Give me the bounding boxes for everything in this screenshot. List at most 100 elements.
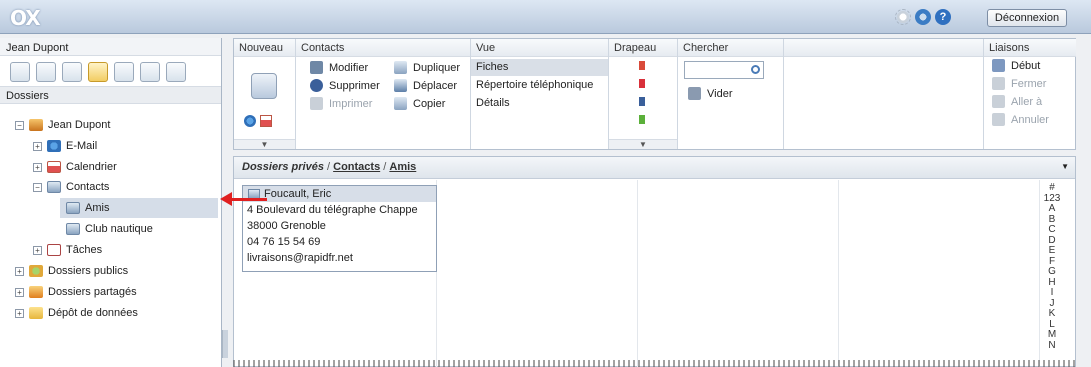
expand-icon[interactable]: + (33, 141, 42, 151)
duplicate-button[interactable]: Dupliquer (394, 61, 460, 74)
alphabet-index-letter[interactable]: M (1043, 329, 1061, 341)
breadcrumb-separator: / (383, 161, 387, 173)
breadcrumb: Dossiers privés / Contacts / Amis ▼ (234, 157, 1075, 179)
help-icon[interactable]: ? (935, 9, 951, 25)
breadcrumb-current[interactable]: Amis (389, 161, 416, 173)
toolbar-group-search: Chercher Vider (678, 39, 784, 149)
copy-button[interactable]: Copier (394, 97, 445, 110)
app-logo: OX (10, 6, 41, 30)
logout-button[interactable]: Déconnexion (987, 9, 1067, 27)
tree-item-user[interactable]: − Jean Dupont (15, 115, 110, 135)
tree-item-label: Dépôt de données (48, 307, 138, 319)
toolbar-group-label: Drapeau (609, 39, 677, 57)
gear-icon[interactable] (895, 9, 911, 25)
move-icon (394, 79, 407, 92)
search-input[interactable] (684, 61, 764, 79)
move-label: Déplacer (413, 79, 458, 92)
user-icon (29, 119, 43, 131)
tree-item-label: E-Mail (66, 140, 98, 152)
link-cancel-button[interactable]: Annuler (992, 113, 1049, 126)
public-folder-icon (29, 265, 43, 277)
contacts-icon (66, 223, 80, 235)
expand-icon[interactable]: + (33, 162, 42, 172)
alphabet-index-letter[interactable]: I (1043, 287, 1061, 299)
breadcrumb-contacts-link[interactable]: Contacts (333, 161, 380, 173)
expand-icon[interactable]: + (15, 287, 24, 297)
flag-remove-icon[interactable] (639, 61, 645, 70)
print-button[interactable]: Imprimer (310, 97, 372, 110)
sidebar-resize-handle[interactable] (222, 330, 228, 358)
toolbar-spacer-head (784, 39, 983, 57)
new-appointment-icon[interactable] (260, 115, 272, 127)
contacts-icon[interactable] (88, 62, 108, 82)
collapse-icon[interactable]: − (15, 120, 24, 130)
settings-icon[interactable] (166, 62, 186, 82)
edit-icon (310, 61, 323, 74)
link-cancel-label: Annuler (1011, 113, 1049, 126)
tree-item-shared-folders[interactable]: + Dossiers partagés (15, 282, 137, 302)
sidebar-user-name: Jean Dupont (0, 38, 221, 56)
tasks-icon[interactable] (114, 62, 134, 82)
tree-item-email[interactable]: + E-Mail (33, 136, 97, 156)
chevron-down-icon[interactable]: ▼ (1061, 162, 1069, 171)
contact-city: 38000 Grenoble (247, 220, 326, 232)
edit-button[interactable]: Modifier (310, 61, 368, 74)
folder-tree: − Jean Dupont + E-Mail + Calendrier − Co… (0, 119, 221, 367)
new-mail-icon[interactable] (244, 115, 256, 127)
flag-blue-icon[interactable] (639, 97, 645, 106)
view-phone-list[interactable]: Répertoire téléphonique (471, 77, 608, 94)
duplicate-label: Dupliquer (413, 61, 461, 74)
flag-green-icon[interactable] (639, 115, 645, 124)
new-contact-icon[interactable] (251, 73, 277, 99)
tree-item-data-store[interactable]: + Dépôt de données (15, 303, 138, 323)
alphabet-index-letter[interactable]: G (1043, 266, 1061, 278)
alphabet-index-letter[interactable]: K (1043, 308, 1061, 320)
clear-search-button[interactable]: Vider (688, 87, 732, 100)
move-button[interactable]: Déplacer (394, 79, 457, 92)
delete-button[interactable]: Supprimer (310, 79, 380, 92)
home-icon[interactable] (10, 62, 30, 82)
tree-item-label: Dossiers partagés (48, 286, 137, 298)
mail-icon[interactable] (36, 62, 56, 82)
search-icon[interactable] (751, 65, 760, 74)
tree-item-label: Club nautique (85, 223, 153, 235)
top-icons: ? (895, 9, 951, 25)
delete-icon (310, 79, 323, 92)
expand-icon[interactable]: + (15, 308, 24, 318)
link-goto-button[interactable]: Aller à (992, 95, 1042, 108)
tree-item-contacts[interactable]: − Contacts (33, 177, 109, 197)
tree-item-amis[interactable]: Amis (60, 198, 218, 218)
tree-item-calendar[interactable]: + Calendrier (33, 157, 117, 177)
infostore-icon[interactable] (140, 62, 160, 82)
expand-icon[interactable]: + (15, 266, 24, 276)
status-strip (233, 360, 1076, 367)
link-start-button[interactable]: Début (992, 59, 1040, 72)
alphabet-index-letter[interactable]: A (1043, 203, 1061, 215)
tree-item-tasks[interactable]: + Tâches (33, 240, 102, 260)
chevron-down-icon[interactable]: ▼ (609, 139, 677, 149)
contact-card[interactable]: Foucault, Eric 4 Boulevard du télégraphe… (242, 185, 437, 272)
copy-icon (394, 97, 407, 110)
copy-label: Copier (413, 97, 446, 110)
view-cards[interactable]: Fiches (471, 59, 608, 76)
calendar-icon[interactable] (62, 62, 82, 82)
shared-folder-icon (29, 286, 43, 298)
expand-icon[interactable]: + (33, 245, 42, 255)
tree-item-public-folders[interactable]: + Dossiers publics (15, 261, 128, 281)
alphabet-index-letter[interactable]: N (1043, 340, 1061, 352)
toolbar-group-label: Liaisons (984, 39, 1076, 57)
refresh-icon[interactable] (915, 9, 931, 25)
view-details[interactable]: Détails (471, 95, 608, 112)
chevron-down-icon[interactable]: ▼ (234, 139, 295, 149)
contact-email[interactable]: livraisons@rapidfr.net (243, 250, 436, 266)
alphabet-index-letter[interactable]: # (1043, 182, 1061, 194)
folders-heading: Dossiers (0, 86, 221, 104)
alphabet-index-letter[interactable]: C (1043, 224, 1061, 236)
alphabet-index-letter[interactable]: E (1043, 245, 1061, 257)
toolbar-group-label: Contacts (296, 39, 470, 57)
link-close-button[interactable]: Fermer (992, 77, 1046, 90)
tree-item-club-nautique[interactable]: Club nautique (66, 219, 153, 239)
collapse-icon[interactable]: − (33, 182, 42, 192)
flag-red-icon[interactable] (639, 79, 645, 88)
toolbar: Nouveau ▼ Contacts Modifier Supprimer Im… (233, 38, 1076, 150)
